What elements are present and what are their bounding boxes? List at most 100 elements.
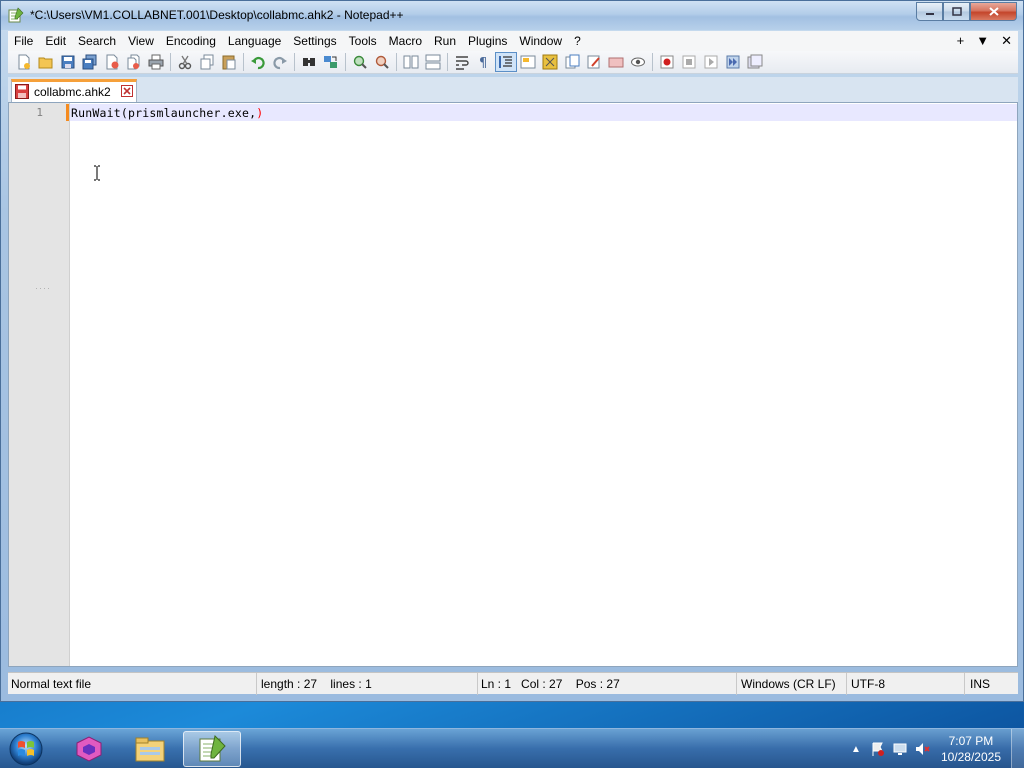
indent-guide-button[interactable] bbox=[495, 52, 517, 72]
menu-settings[interactable]: Settings bbox=[287, 31, 342, 51]
taskbar-explorer[interactable] bbox=[121, 731, 179, 767]
line-number-gutter: 1 ···· bbox=[9, 103, 70, 666]
show-hidden-icons-icon[interactable]: ▲ bbox=[845, 739, 867, 759]
zoom-out-button[interactable] bbox=[371, 52, 393, 72]
redo-button[interactable] bbox=[269, 52, 291, 72]
clock-date: 10/28/2025 bbox=[940, 750, 1001, 764]
cut-button[interactable] bbox=[174, 52, 196, 72]
clock-time: 7:07 PM bbox=[948, 734, 994, 748]
save-all-button[interactable] bbox=[79, 52, 101, 72]
close-document-icon[interactable]: ✕ bbox=[995, 31, 1018, 51]
show-all-characters-button[interactable]: ¶ bbox=[473, 52, 495, 72]
undo-icon bbox=[251, 56, 265, 70]
record-macro-button[interactable] bbox=[656, 52, 678, 72]
brace-highlight: ) bbox=[256, 106, 264, 120]
document-map-icon bbox=[542, 54, 558, 70]
window-controls bbox=[916, 2, 1017, 21]
network-icon[interactable] bbox=[889, 739, 911, 759]
minimize-button[interactable] bbox=[916, 2, 943, 21]
save-button[interactable] bbox=[57, 52, 79, 72]
new-tab-plus-icon[interactable]: + bbox=[951, 31, 971, 51]
taskbar-app-pink[interactable] bbox=[60, 731, 118, 767]
folder-as-workspace-icon bbox=[587, 55, 600, 69]
playback-button[interactable] bbox=[700, 52, 722, 72]
document-list-icon bbox=[608, 57, 624, 68]
sync-vertical-button[interactable] bbox=[400, 52, 422, 72]
taskbar-notepad-plus-plus[interactable] bbox=[183, 731, 241, 767]
menu-edit[interactable]: Edit bbox=[39, 31, 72, 51]
notepad-plus-plus-app-icon[interactable] bbox=[8, 7, 24, 23]
code-text: RunWait(prismlauncher.exe,) bbox=[71, 106, 264, 120]
code-line-1[interactable]: RunWait(prismlauncher.exe,) bbox=[71, 106, 263, 120]
status-pos: Pos : 27 bbox=[575, 677, 620, 691]
toolbar-separator bbox=[652, 53, 653, 71]
function-list-button[interactable] bbox=[561, 52, 583, 72]
open-file-button[interactable] bbox=[35, 52, 57, 72]
find-button[interactable] bbox=[298, 52, 320, 72]
save-macro-button[interactable] bbox=[744, 52, 766, 72]
playback-icon bbox=[704, 55, 718, 69]
tab-list-dropdown-icon[interactable]: ▼ bbox=[970, 31, 995, 51]
svg-text:¶: ¶ bbox=[479, 56, 487, 70]
menu-language[interactable]: Language bbox=[222, 31, 287, 51]
sync-horizontal-button[interactable] bbox=[422, 52, 444, 72]
new-file-icon bbox=[18, 54, 30, 70]
menu-tools[interactable]: Tools bbox=[343, 31, 383, 51]
replace-button[interactable] bbox=[320, 52, 342, 72]
menu-encoding[interactable]: Encoding bbox=[160, 31, 222, 51]
menu-plugins[interactable]: Plugins bbox=[462, 31, 513, 51]
menu-macro[interactable]: Macro bbox=[383, 31, 428, 51]
menu-help[interactable]: ? bbox=[568, 31, 587, 51]
undo-button[interactable] bbox=[247, 52, 269, 72]
tab-collabmc-ahk2[interactable]: collabmc.ahk2 bbox=[11, 79, 137, 102]
toolbar: ¶ bbox=[8, 51, 1018, 74]
print-button[interactable] bbox=[145, 52, 167, 72]
menu-run[interactable]: Run bbox=[428, 31, 462, 51]
paste-button[interactable] bbox=[218, 52, 240, 72]
new-file-button[interactable] bbox=[13, 52, 35, 72]
menu-view[interactable]: View bbox=[122, 31, 160, 51]
toolbar-separator bbox=[170, 53, 171, 71]
menu-window[interactable]: Window bbox=[513, 31, 568, 51]
run-macro-multiple-icon bbox=[726, 55, 740, 69]
toolbar-separator bbox=[243, 53, 244, 71]
status-length-lines: length : 27 lines : 1 bbox=[257, 673, 478, 695]
zoom-in-icon bbox=[353, 55, 367, 69]
status-ln: Ln : 1 bbox=[481, 677, 512, 691]
menu-file[interactable]: File bbox=[8, 31, 39, 51]
close-all-button[interactable] bbox=[123, 52, 145, 72]
close-all-icon bbox=[127, 54, 140, 70]
start-button-icon[interactable] bbox=[6, 731, 46, 767]
line-number: 1 bbox=[36, 106, 43, 119]
folder-as-workspace-button[interactable] bbox=[583, 52, 605, 72]
status-position[interactable]: Ln : 1 Col : 27 Pos : 27 bbox=[478, 673, 737, 695]
action-center-flag-icon[interactable] bbox=[867, 739, 889, 759]
flag-icon bbox=[872, 742, 884, 756]
toolbar-separator bbox=[294, 53, 295, 71]
tab-close-icon[interactable] bbox=[121, 85, 133, 97]
stop-recording-button[interactable] bbox=[678, 52, 700, 72]
status-file-type: Normal text file bbox=[8, 673, 257, 695]
volume-muted-icon[interactable] bbox=[911, 739, 933, 759]
copy-button[interactable] bbox=[196, 52, 218, 72]
status-eol: Windows (CR LF) bbox=[737, 673, 847, 695]
maximize-button[interactable] bbox=[943, 2, 970, 21]
udl-button[interactable] bbox=[517, 52, 539, 72]
status-bar: Normal text file length : 27 lines : 1 L… bbox=[8, 672, 1018, 695]
monitoring-button[interactable] bbox=[627, 52, 649, 72]
ibeam-cursor-icon bbox=[94, 165, 100, 181]
run-macro-multiple-button[interactable] bbox=[722, 52, 744, 72]
close-window-button[interactable] bbox=[970, 2, 1017, 21]
show-desktop-button[interactable] bbox=[1011, 729, 1024, 768]
fold-margin-marker: ···· bbox=[35, 283, 51, 293]
notepad-plus-plus-icon bbox=[199, 735, 226, 762]
menu-search[interactable]: Search bbox=[72, 31, 122, 51]
document-map-button[interactable] bbox=[539, 52, 561, 72]
title-bar[interactable]: *C:\Users\VM1.COLLABNET.001\Desktop\coll… bbox=[1, 1, 1023, 30]
zoom-in-button[interactable] bbox=[349, 52, 371, 72]
document-list-button[interactable] bbox=[605, 52, 627, 72]
close-button[interactable] bbox=[101, 52, 123, 72]
text-editor[interactable]: 1 ···· RunWait(prismlauncher.exe,) bbox=[8, 102, 1018, 667]
system-clock[interactable]: 7:07 PM 10/28/2025 bbox=[933, 733, 1011, 765]
word-wrap-button[interactable] bbox=[451, 52, 473, 72]
